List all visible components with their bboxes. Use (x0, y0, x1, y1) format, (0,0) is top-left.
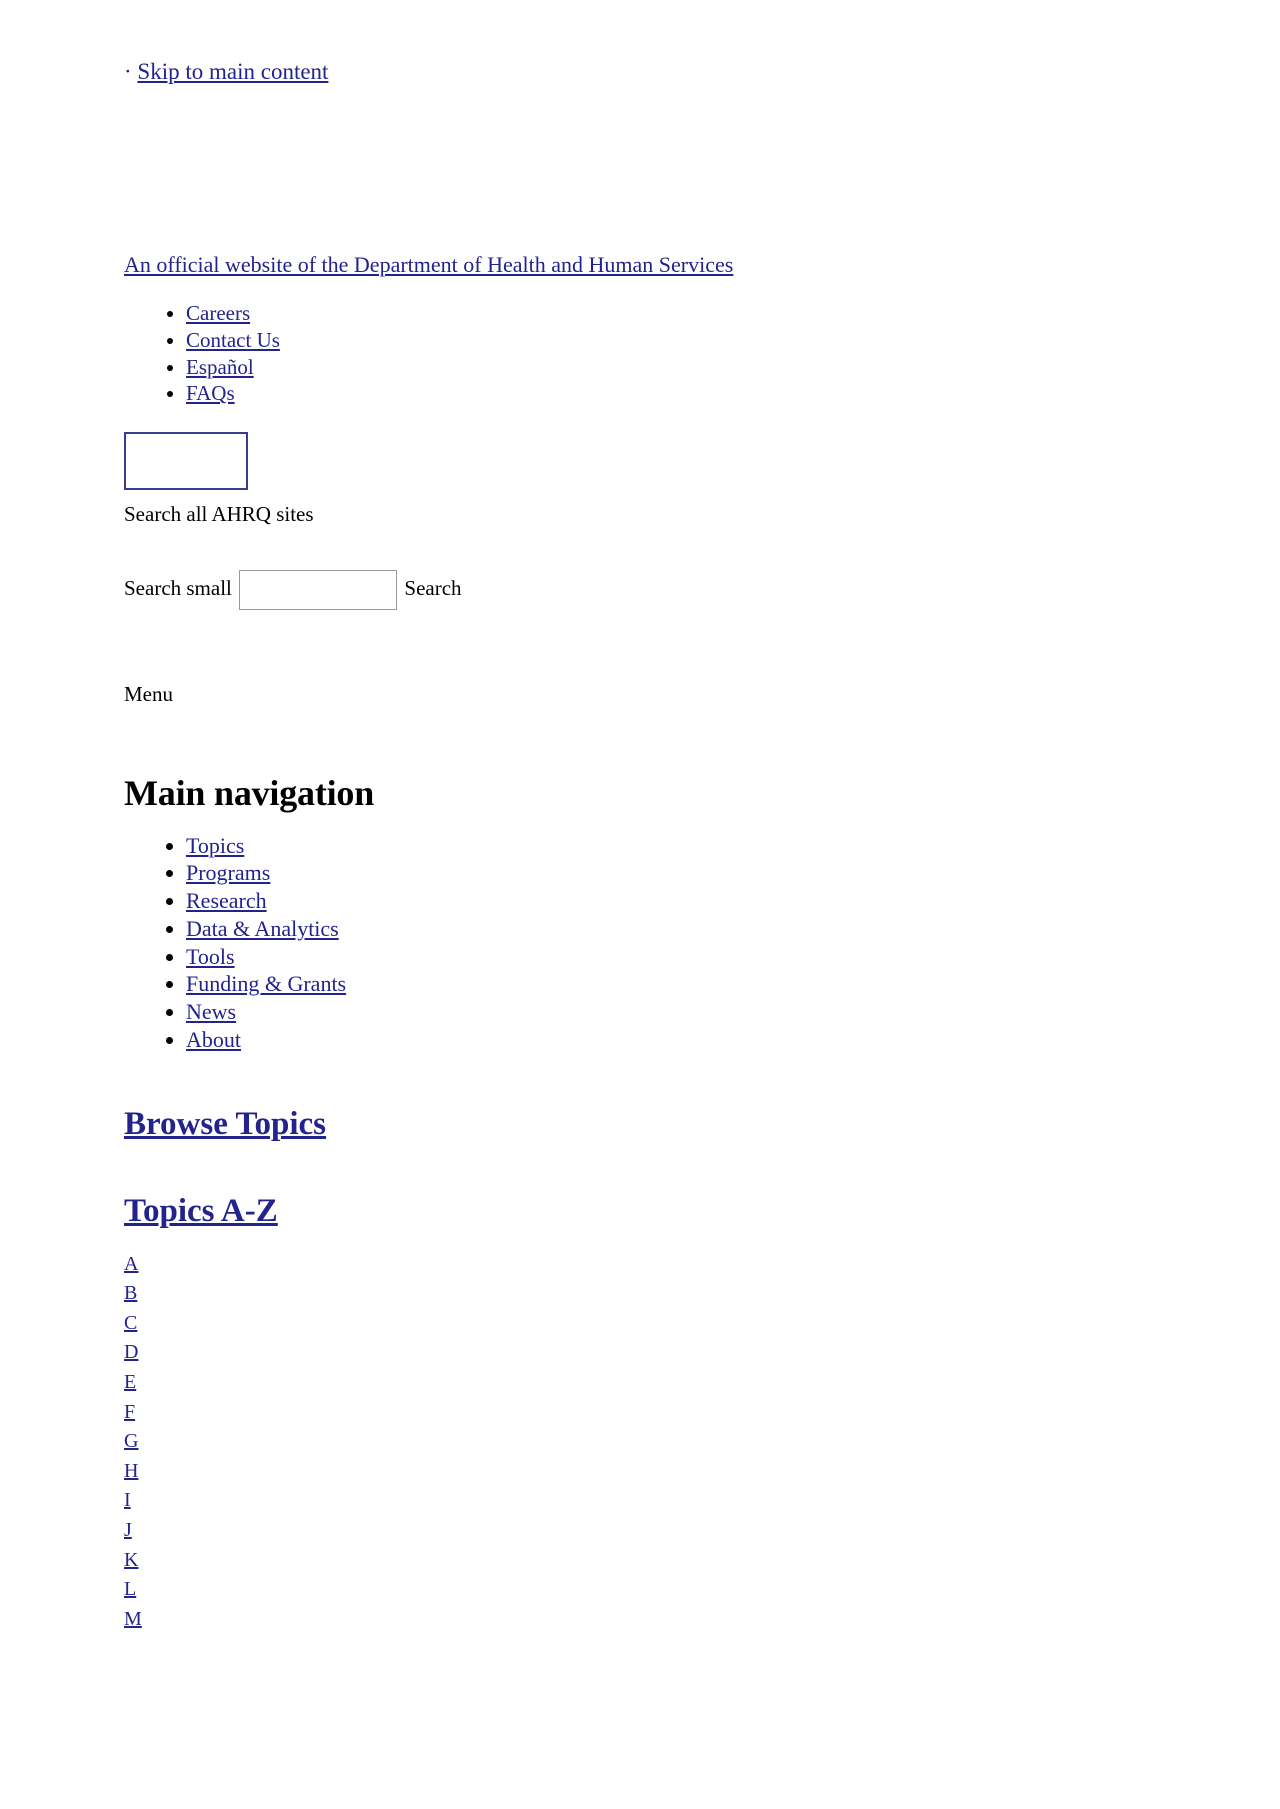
list-item: Careers (186, 300, 1280, 327)
browse-topics-heading: Browse Topics (124, 1105, 1280, 1145)
nav-item-data-analytics[interactable]: Data & Analytics (186, 916, 339, 941)
nav-item-tools[interactable]: Tools (186, 944, 235, 969)
search-form: Search small Search (124, 570, 1280, 611)
list-item: FAQs (186, 380, 1280, 407)
list-item: Tools (186, 943, 1280, 971)
search-input[interactable] (239, 570, 398, 611)
az-letter-e[interactable]: E (124, 1368, 138, 1398)
official-website-banner: An official website of the Department of… (124, 251, 1280, 279)
az-letter-i[interactable]: I (124, 1486, 138, 1516)
az-letter-b[interactable]: B (124, 1279, 138, 1309)
search-all-sites-label: Search all AHRQ sites (124, 501, 314, 526)
az-letter-c[interactable]: C (124, 1309, 138, 1339)
az-letter-h[interactable]: H (124, 1457, 138, 1487)
az-letter-m[interactable]: M (124, 1605, 142, 1635)
az-letter-f[interactable]: F (124, 1398, 138, 1428)
utility-nav-item-careers[interactable]: Careers (186, 301, 250, 325)
hhs-official-website-link[interactable]: An official website of the Department of… (124, 252, 733, 277)
topics-az-letter-list: A B C D E F G H I J K L M (124, 1250, 1280, 1635)
az-letter-g[interactable]: G (124, 1427, 138, 1457)
nav-item-topics[interactable]: Topics (186, 833, 244, 858)
topics-az-heading: Topics A-Z (124, 1192, 1280, 1232)
nav-item-research[interactable]: Research (186, 888, 267, 913)
utility-nav-item-faqs[interactable]: FAQs (186, 381, 235, 405)
nav-item-programs[interactable]: Programs (186, 860, 270, 885)
skip-to-main-content-link[interactable]: Skip to main content (137, 59, 328, 84)
az-letter-j[interactable]: J (124, 1516, 138, 1546)
utility-nav-list: Careers Contact Us Español FAQs (124, 300, 1280, 407)
list-item: Funding & Grants (186, 970, 1280, 998)
az-letter-a[interactable]: A (124, 1250, 138, 1280)
ahrq-logo-placeholder-link[interactable] (124, 431, 248, 490)
list-item: Research (186, 887, 1280, 915)
utility-nav-item-contact-us[interactable]: Contact Us (186, 328, 280, 352)
utility-nav-item-espanol[interactable]: Español (186, 355, 254, 379)
list-item: About (186, 1026, 1280, 1054)
list-item: Topics (186, 832, 1280, 860)
az-letter-d[interactable]: D (124, 1338, 138, 1368)
browse-topics-link[interactable]: Browse Topics (124, 1106, 326, 1142)
skip-link-row: · Skip to main content (124, 0, 1280, 87)
search-small-label: Search small (124, 575, 232, 600)
az-letter-k[interactable]: K (124, 1546, 138, 1576)
list-item: News (186, 998, 1280, 1026)
main-navigation-list: Topics Programs Research Data & Analytic… (124, 832, 1280, 1054)
nav-item-funding-grants[interactable]: Funding & Grants (186, 971, 346, 996)
nav-item-news[interactable]: News (186, 999, 236, 1024)
page-root: · Skip to main content An official websi… (0, 0, 1280, 1634)
nav-item-about[interactable]: About (186, 1027, 241, 1052)
list-item: Programs (186, 859, 1280, 887)
topics-a-z-link[interactable]: Topics A-Z (124, 1193, 278, 1229)
list-item: Español (186, 354, 1280, 381)
menu-toggle-button[interactable]: Menu (124, 681, 173, 708)
search-submit-button[interactable]: Search (404, 576, 461, 601)
skip-bullet-icon: · (124, 59, 132, 84)
main-navigation-heading: Main navigation (124, 773, 375, 814)
list-item: Data & Analytics (186, 915, 1280, 943)
list-item: Contact Us (186, 327, 1280, 354)
az-letter-l[interactable]: L (124, 1575, 138, 1605)
